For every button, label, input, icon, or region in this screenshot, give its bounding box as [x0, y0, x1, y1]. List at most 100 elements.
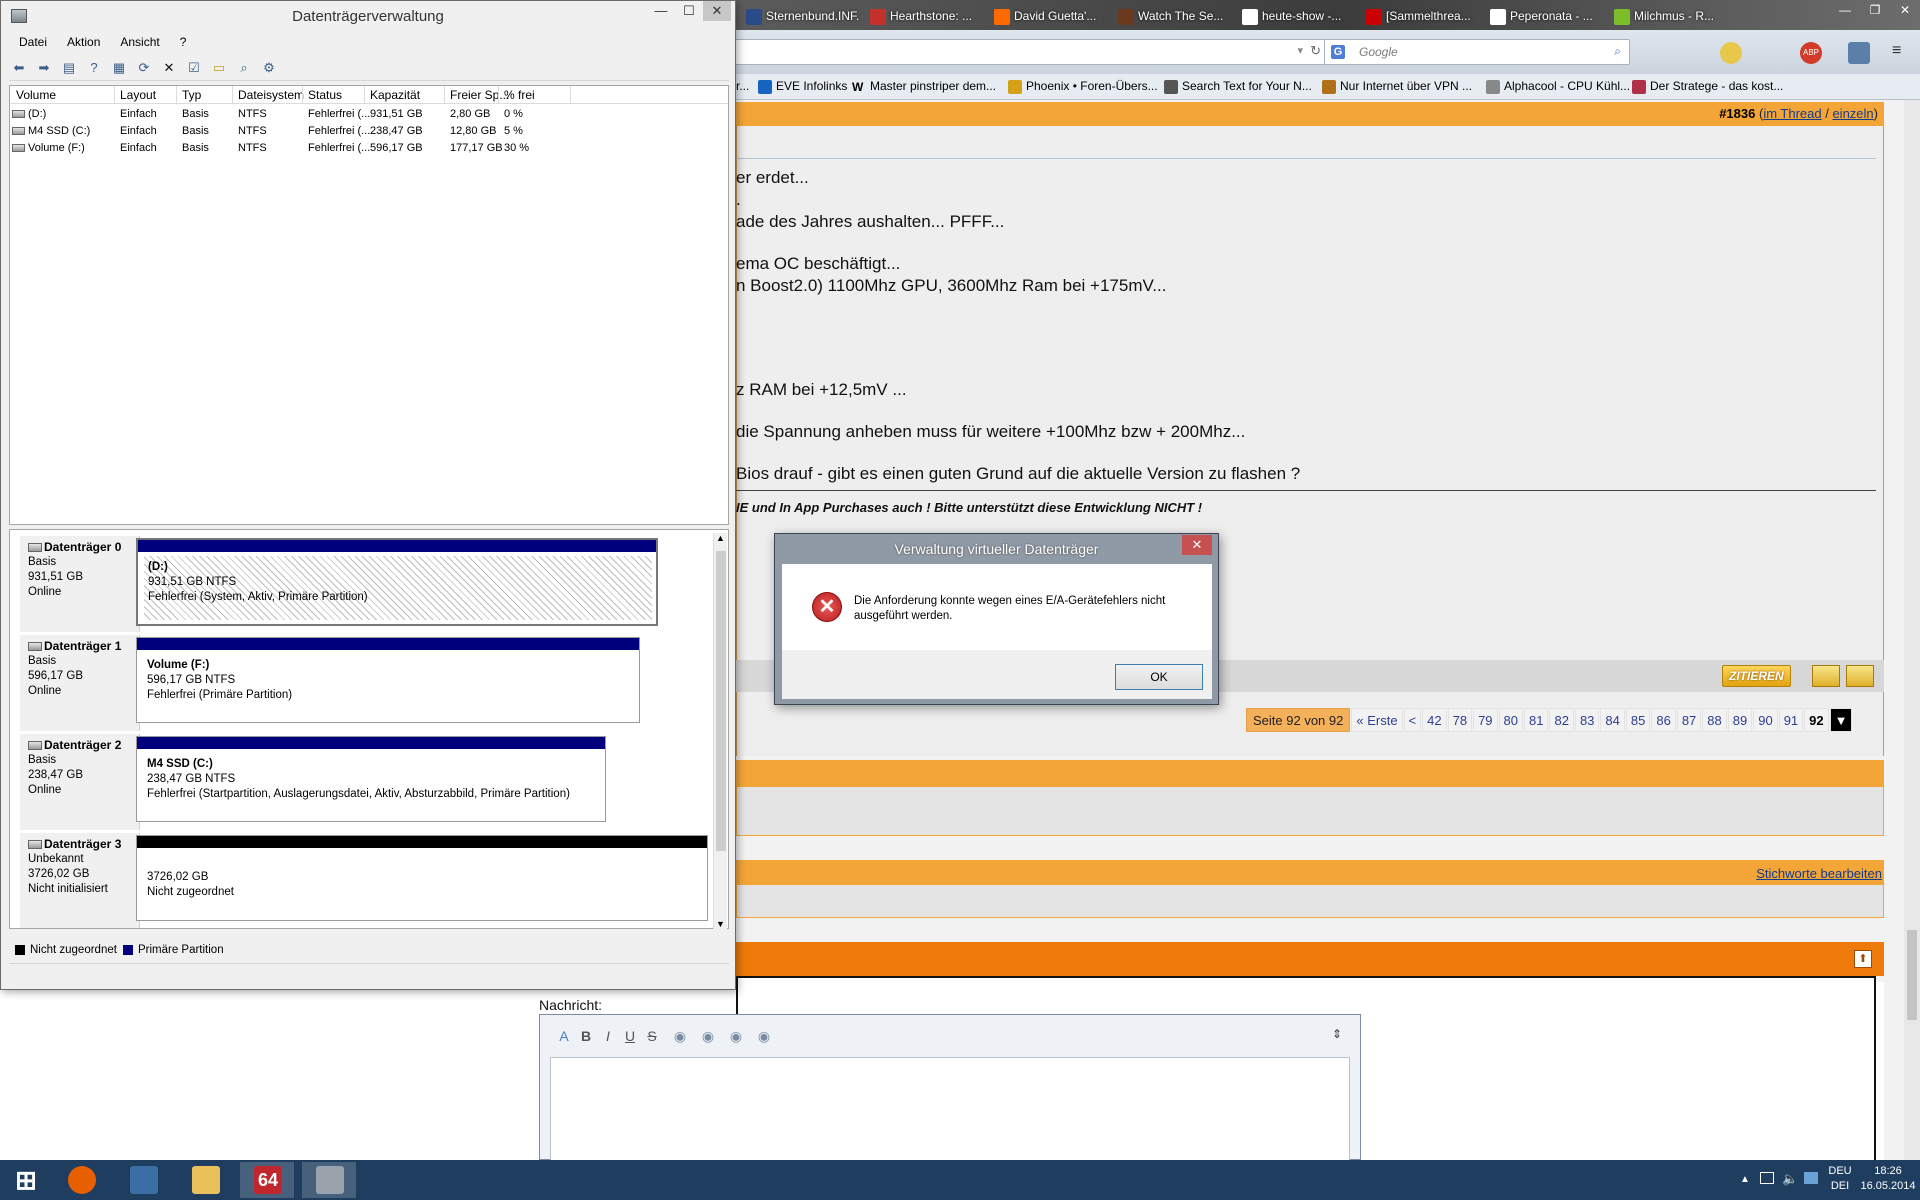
page-link[interactable]: 91: [1778, 708, 1804, 732]
column-separator[interactable]: [302, 86, 303, 104]
browser-tab[interactable]: heute-show -...: [1236, 3, 1356, 30]
page-link[interactable]: 84: [1600, 708, 1625, 732]
partition-block[interactable]: (D:) 931,51 GB NTFS Fehlerfrei (System, Ak…: [136, 538, 658, 626]
page-link[interactable]: 88: [1702, 708, 1727, 732]
volume-icon[interactable]: 🔈: [1782, 1171, 1798, 1187]
disk-label[interactable]: Datenträger 3 Unbekannt 3726,02 GB Nicht in…: [20, 833, 140, 928]
partition-block[interactable]: M4 SSD (C:) 238,47 GB NTFS Fehlerfrei (Sta…: [136, 736, 606, 822]
scrollbar-thumb[interactable]: [716, 551, 726, 851]
editor-format-button[interactable]: U: [620, 1026, 640, 1046]
browser-tab[interactable]: Peperonata - ...: [1484, 3, 1604, 30]
properties-icon[interactable]: ▦: [109, 59, 129, 77]
refresh-icon[interactable]: ⟳: [134, 59, 154, 77]
column-header[interactable]: Layout: [120, 88, 156, 102]
input-language-sub[interactable]: DEI: [1820, 1180, 1860, 1192]
column-header[interactable]: % frei: [504, 88, 535, 102]
page-link[interactable]: 85: [1625, 708, 1651, 732]
page-jump-dropdown-icon[interactable]: ▼: [1829, 708, 1852, 732]
page-link[interactable]: 83: [1574, 708, 1600, 732]
aida64-taskbar-button[interactable]: 64: [240, 1162, 294, 1198]
volume-row[interactable]: (D:) Einfach Basis NTFS Fehlerfrei (... 931,5…: [10, 106, 728, 123]
settings-icon[interactable]: ⚙: [259, 59, 279, 77]
disk-label[interactable]: Datenträger 1 Basis 596,17 GB Online: [20, 635, 140, 731]
dropdown-arrow-icon[interactable]: ▾: [1297, 44, 1303, 57]
window-titlebar[interactable]: Datenträgerverwaltung: [1, 1, 735, 31]
page-link[interactable]: 42: [1422, 708, 1447, 732]
partition-block[interactable]: 3726,02 GB Nicht zugeordnet: [136, 835, 708, 921]
open-folder-icon[interactable]: ▭: [209, 59, 229, 77]
page-prev[interactable]: <: [1403, 708, 1422, 732]
column-header[interactable]: Volume: [16, 88, 56, 102]
post-number[interactable]: #1836: [1719, 106, 1755, 121]
page-scrollbar[interactable]: [1904, 100, 1920, 1160]
page-link[interactable]: 86: [1651, 708, 1676, 732]
page-first[interactable]: « Erste: [1351, 708, 1403, 732]
column-header[interactable]: Dateisystem: [238, 88, 304, 102]
page-link[interactable]: 90: [1753, 708, 1778, 732]
menu-item[interactable]: ?: [170, 33, 197, 53]
bookmark-item[interactable]: W Master pinstriper dem...: [852, 79, 996, 94]
browser-tab[interactable]: Sternenbund.INF...: [740, 3, 860, 30]
multiquote-icon[interactable]: [1812, 665, 1840, 687]
menu-item[interactable]: Aktion: [57, 33, 110, 53]
minimize-button[interactable]: —: [647, 1, 675, 21]
search-icon[interactable]: ⌕: [1614, 44, 1621, 59]
message-textarea[interactable]: [550, 1057, 1350, 1160]
column-separator[interactable]: [570, 86, 571, 104]
forward-arrow-icon[interactable]: ➡: [34, 59, 54, 77]
start-taskbar-button[interactable]: ⊞: [0, 1162, 54, 1198]
bookmark-truncated[interactable]: r...: [736, 79, 749, 93]
back-arrow-icon[interactable]: ⬅: [9, 59, 29, 77]
page-link[interactable]: 87: [1676, 708, 1702, 732]
page-link[interactable]: 80: [1498, 708, 1524, 732]
post-link-thread[interactable]: im Thread: [1763, 106, 1821, 121]
search-engine-icon[interactable]: G: [1331, 45, 1345, 59]
scroll-up-icon[interactable]: ▲: [716, 533, 725, 543]
video-icon[interactable]: ◉: [754, 1026, 774, 1046]
editor-resize-icon[interactable]: ⇕: [1332, 1027, 1342, 1041]
minimize-button[interactable]: —: [1830, 0, 1860, 20]
column-separator[interactable]: [444, 86, 445, 104]
check-icon[interactable]: ☑: [184, 59, 204, 77]
bookmark-item[interactable]: Nur Internet über VPN ...: [1322, 79, 1472, 94]
dialog-close-button[interactable]: ✕: [1182, 535, 1212, 555]
browser-tab[interactable]: Watch The Se...: [1112, 3, 1232, 30]
page-link[interactable]: 81: [1524, 708, 1549, 732]
search-bar[interactable]: G Google ⌕: [1324, 39, 1630, 65]
menu-item[interactable]: Datei: [9, 33, 57, 53]
column-separator[interactable]: [232, 86, 233, 104]
smiley-icon[interactable]: ◉: [670, 1026, 690, 1046]
clock-time[interactable]: 18:26: [1860, 1165, 1916, 1177]
column-separator[interactable]: [114, 86, 115, 104]
reload-icon[interactable]: ↻: [1310, 43, 1321, 59]
clock-date[interactable]: 16.05.2014: [1860, 1180, 1916, 1192]
delete-icon[interactable]: ✕: [159, 59, 179, 77]
menu-icon[interactable]: ≡: [1892, 42, 1901, 60]
link-icon[interactable]: ◉: [698, 1026, 718, 1046]
column-header[interactable]: Kapazität: [370, 88, 420, 102]
editor-format-button[interactable]: B: [576, 1026, 596, 1046]
column-header[interactable]: Freier Sp...: [450, 88, 509, 102]
close-button[interactable]: ✕: [703, 1, 731, 21]
search-icon[interactable]: ⌕: [234, 59, 254, 77]
browser-tab[interactable]: [Sammelthrea...: [1360, 3, 1480, 30]
column-separator[interactable]: [176, 86, 177, 104]
explorer-taskbar-button[interactable]: [178, 1162, 232, 1198]
browser-tab[interactable]: David Guetta'...: [988, 3, 1108, 30]
graphical-view-scrollbar[interactable]: ▲ ▼: [713, 533, 727, 929]
disk-label[interactable]: Datenträger 2 Basis 238,47 GB Online: [20, 734, 140, 830]
smiley-addon-icon[interactable]: [1720, 42, 1742, 64]
browser-tab[interactable]: Hearthstone: ...: [864, 3, 984, 30]
bookmark-item[interactable]: Search Text for Your N...: [1164, 79, 1312, 94]
column-separator[interactable]: [364, 86, 365, 104]
page-link[interactable]: 78: [1447, 708, 1473, 732]
page-link[interactable]: 82: [1549, 708, 1574, 732]
browser-tab[interactable]: Milchmus - R...: [1608, 3, 1728, 30]
quote-button[interactable]: ZITIEREN: [1722, 665, 1791, 687]
column-header[interactable]: Status: [308, 88, 342, 102]
address-bar[interactable]: ▾ ↻: [730, 39, 1330, 65]
bookmark-item[interactable]: Der Stratege - das kost...: [1632, 79, 1783, 94]
post-link-single[interactable]: einzeln: [1832, 106, 1873, 121]
edit-tags-link[interactable]: Stichworte bearbeiten: [1756, 866, 1882, 881]
page-link[interactable]: 89: [1727, 708, 1753, 732]
